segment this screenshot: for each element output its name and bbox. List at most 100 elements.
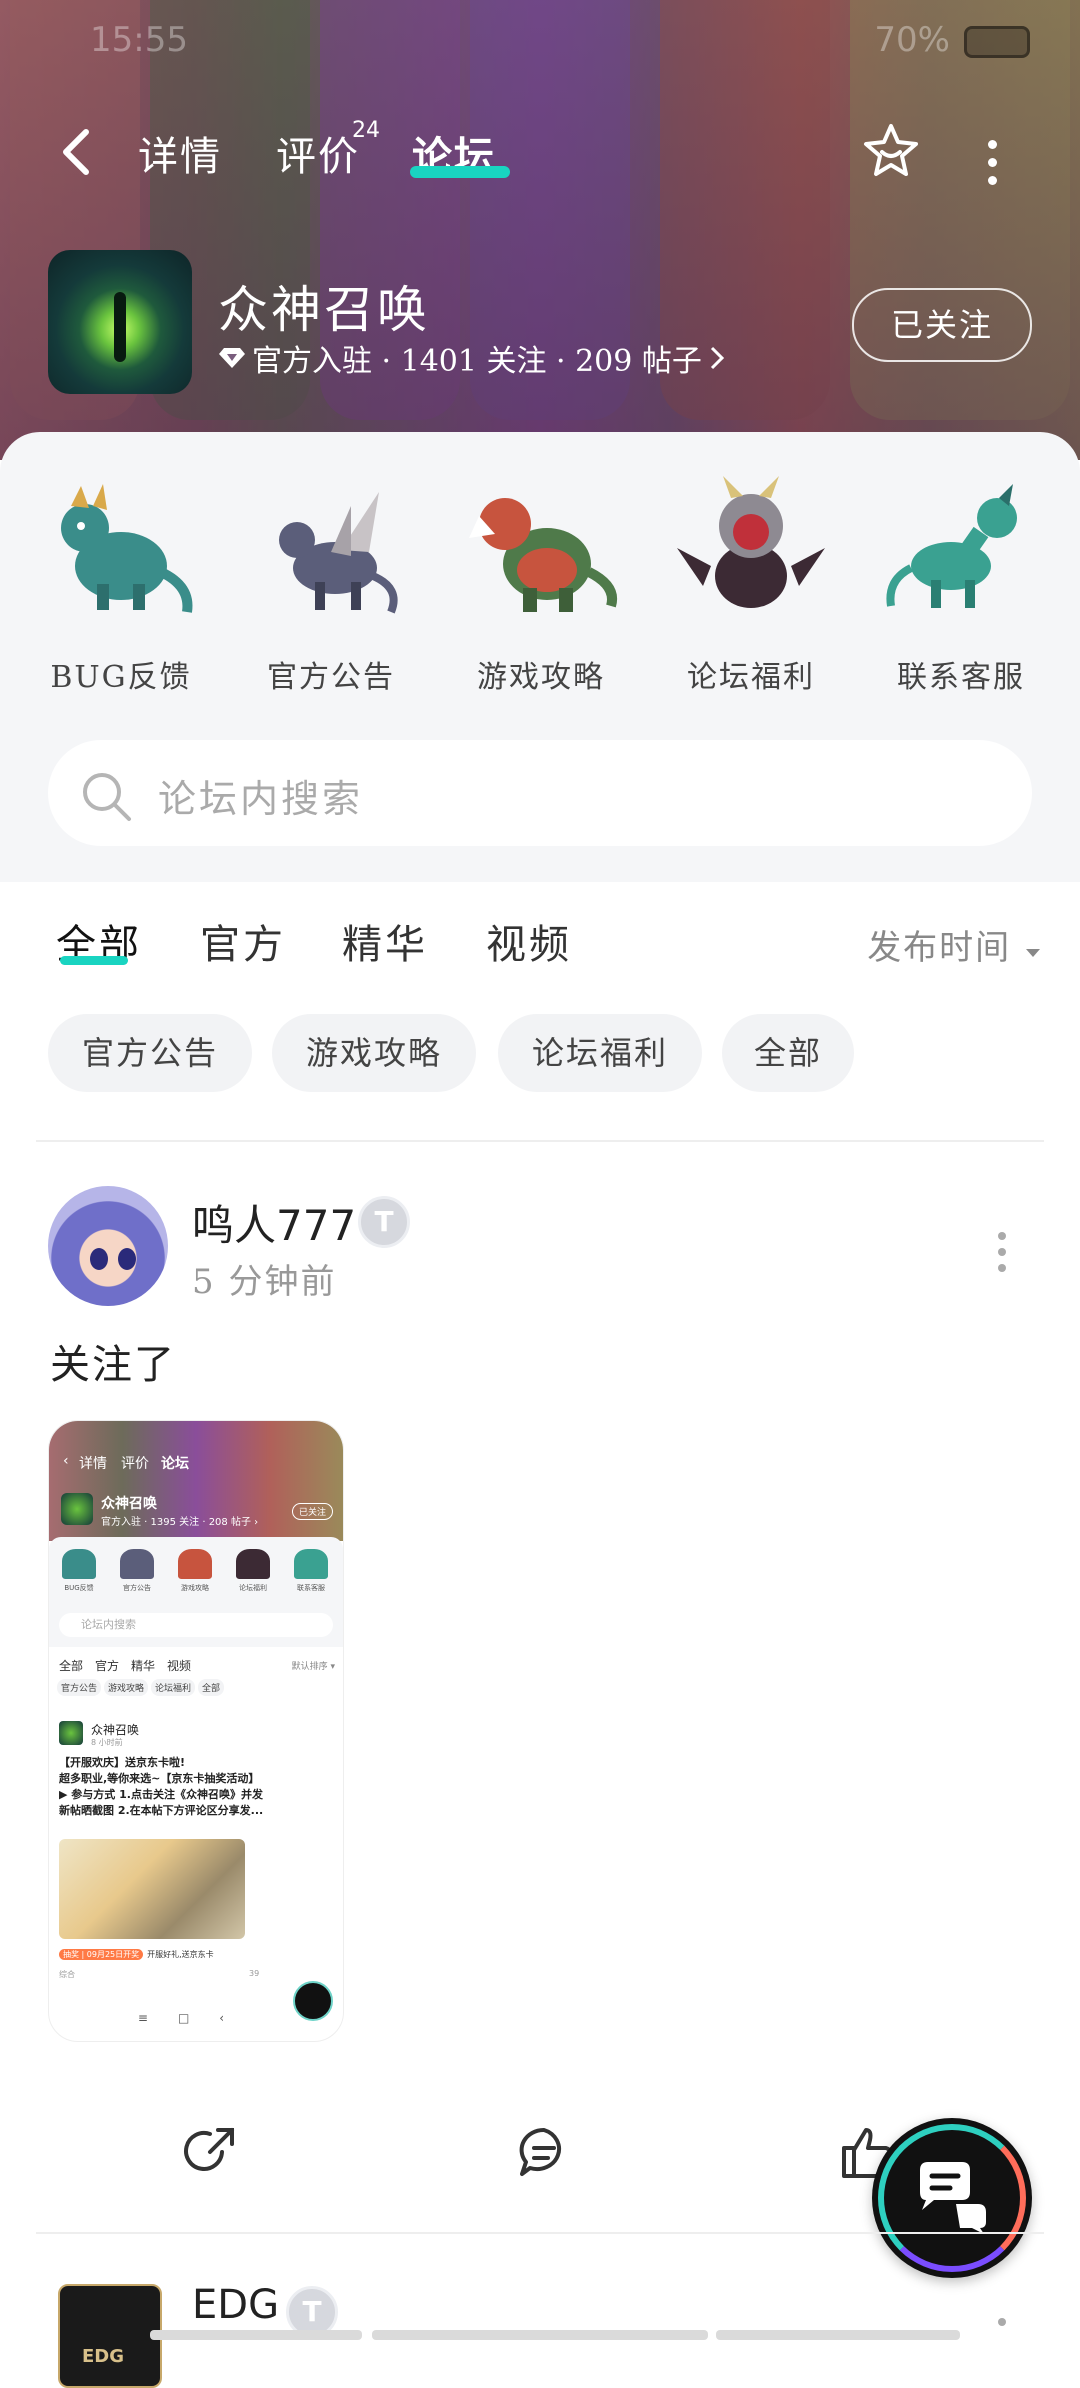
- share-icon[interactable]: [182, 2124, 238, 2180]
- dragon-benefits-icon: [677, 476, 825, 608]
- image-strip: [716, 2330, 960, 2340]
- search-placeholder: 论坛内搜索: [158, 777, 364, 821]
- back-arrow-icon[interactable]: [58, 128, 98, 176]
- post-more-icon[interactable]: [996, 1232, 1008, 1280]
- mini-foot-label: 综合: [59, 1970, 75, 1979]
- mini-sort: 默认排序 ▾: [291, 1662, 335, 1672]
- mini-filter-tab: 全部: [59, 1659, 84, 1673]
- battery-percent: 70%: [874, 20, 950, 60]
- mini-post-time: 8 小时前: [91, 1738, 123, 1747]
- mini-filter-tab: 视频: [167, 1659, 192, 1673]
- mini-tab: 论坛: [161, 1456, 189, 1472]
- mini-filter-tab: 官方: [95, 1659, 120, 1673]
- category-game-guides[interactable]: 游戏攻略: [446, 476, 636, 696]
- comment-icon[interactable]: [516, 2124, 572, 2180]
- tab-reviews[interactable]: 评价: [276, 124, 360, 182]
- mini-comment-count: 39: [249, 1969, 260, 1978]
- mini-game-title: 众神召唤: [101, 1496, 157, 1512]
- image-strip: [150, 2330, 362, 2340]
- image-strip: [372, 2330, 708, 2340]
- favorite-star-icon[interactable]: [862, 122, 920, 180]
- status-bar: 15:55 70%: [0, 20, 1080, 60]
- level-badge: T: [358, 1196, 410, 1248]
- game-meta-text: 官方入驻 · 1401 关注 · 209 帖子: [252, 344, 702, 379]
- category-label: BUG反馈: [50, 660, 192, 695]
- post-username[interactable]: 鸣人777: [192, 1192, 356, 1253]
- dragon-announcement-icon: [279, 492, 398, 614]
- category-label: 联系客服: [897, 660, 1025, 695]
- mini-chip: 论坛福利: [151, 1679, 196, 1696]
- filter-tab-official[interactable]: 官方: [200, 912, 286, 970]
- mini-header: ‹ 详情 评价 论坛 众神召唤 官方入驻 · 1395 关注 · 208 帖子 …: [49, 1421, 343, 1541]
- post-time: 5 分钟前: [192, 1262, 337, 1302]
- filter-tab-featured[interactable]: 精华: [342, 912, 428, 970]
- category-label: 官方公告: [267, 660, 395, 695]
- mini-footer: 综合 39: [59, 1969, 335, 1980]
- game-icon: [48, 250, 192, 394]
- mini-search: 论坛内搜索: [59, 1613, 333, 1637]
- follow-button[interactable]: 已关注: [852, 288, 1032, 362]
- divider: [36, 2232, 1044, 2234]
- mini-follow: 已关注: [291, 1503, 333, 1520]
- chip-all[interactable]: 全部: [722, 1014, 854, 1092]
- mini-back-icon: ‹: [63, 1453, 69, 1469]
- mini-cat-label: 游戏攻略: [181, 1584, 209, 1592]
- divider: [36, 1140, 1044, 1142]
- mini-chips: 官方公告 游戏攻略 论坛福利 全部: [57, 1679, 227, 1696]
- mini-tag-badge: 抽奖 | 09月25日开奖: [59, 1949, 144, 1960]
- sort-label: 发布时间: [867, 928, 1012, 968]
- category-forum-benefits[interactable]: 论坛福利: [656, 476, 846, 696]
- status-time: 15:55: [90, 20, 188, 60]
- mini-tagline: 抽奖 | 09月25日开奖 开服好礼,送京东卡: [59, 1949, 214, 1960]
- diamond-icon: [219, 348, 245, 368]
- chip-announcements[interactable]: 官方公告: [48, 1014, 252, 1092]
- mini-post-body: 【开服欢庆】送京东卡啦! 超多职业,等你来选~【京东卡抽奖活动】 ▶ 参与方式 …: [59, 1756, 264, 1817]
- mini-chip: 游戏攻略: [104, 1679, 149, 1696]
- mini-post-name: 众神召唤: [91, 1723, 140, 1737]
- forum-search-bar[interactable]: 论坛内搜索: [48, 740, 1032, 846]
- chip-guides[interactable]: 游戏攻略: [272, 1014, 476, 1092]
- mini-cat-label: 官方公告: [123, 1584, 151, 1592]
- post-more-icon[interactable]: [996, 2318, 1008, 2334]
- post-image[interactable]: ‹ 详情 评价 论坛 众神召唤 官方入驻 · 1395 关注 · 208 帖子 …: [48, 1420, 344, 2042]
- post-username[interactable]: EDG: [192, 2282, 279, 2328]
- dragon-service-icon: [886, 484, 1017, 608]
- tab-details[interactable]: 详情: [138, 124, 222, 182]
- mini-tab: 评价: [121, 1456, 149, 1472]
- reviews-count-badge: 24: [352, 118, 380, 143]
- game-meta[interactable]: 官方入驻 · 1401 关注 · 209 帖子: [218, 336, 726, 380]
- category-label: 游戏攻略: [477, 660, 605, 695]
- category-bug-feedback[interactable]: BUG反馈: [26, 476, 216, 696]
- mini-chip: 全部: [198, 1679, 225, 1696]
- post-text: 关注了: [50, 1342, 176, 1388]
- avatar[interactable]: EDG: [58, 2284, 162, 2388]
- mini-filter-tab: 精华: [131, 1659, 156, 1673]
- chip-benefits[interactable]: 论坛福利: [498, 1014, 702, 1092]
- mini-cat-label: 论坛福利: [239, 1584, 267, 1592]
- battery-icon: [964, 26, 1030, 58]
- mini-post-image: [59, 1839, 245, 1939]
- forum-sheet: BUG反馈 官方公告 游戏攻略 论坛福利 联系客服 论坛内搜索: [0, 432, 1080, 882]
- dragon-guide-icon: [469, 498, 617, 612]
- chat-bubbles-icon: [920, 2162, 986, 2234]
- sort-dropdown[interactable]: 发布时间: [867, 920, 1042, 969]
- chat-fab-button[interactable]: [872, 2118, 1032, 2278]
- avatar[interactable]: [48, 1186, 168, 1306]
- mini-avatar: [59, 1721, 83, 1745]
- mini-filter-tabs: 全部 官方 精华 视频: [59, 1657, 203, 1674]
- filter-tab-video[interactable]: 视频: [486, 912, 572, 970]
- mini-cat-label: BUG反馈: [64, 1584, 94, 1592]
- active-tab-indicator: [410, 166, 510, 178]
- caret-down-icon: [1026, 949, 1040, 957]
- mini-chip: 官方公告: [57, 1679, 102, 1696]
- dragon-bug-icon: [61, 484, 193, 613]
- mini-tag-text: 开服好礼,送京东卡: [147, 1950, 214, 1959]
- mini-sheet: BUG反馈 官方公告 游戏攻略 论坛福利 联系客服 论坛内搜索: [49, 1537, 343, 1647]
- category-announcements[interactable]: 官方公告: [236, 476, 426, 696]
- search-icon: [83, 773, 131, 821]
- game-title: 众神召唤: [218, 281, 430, 339]
- more-options-icon[interactable]: [984, 140, 1000, 185]
- category-customer-service[interactable]: 联系客服: [866, 476, 1056, 696]
- filter-tab-indicator: [60, 956, 128, 965]
- category-label: 论坛福利: [687, 660, 815, 695]
